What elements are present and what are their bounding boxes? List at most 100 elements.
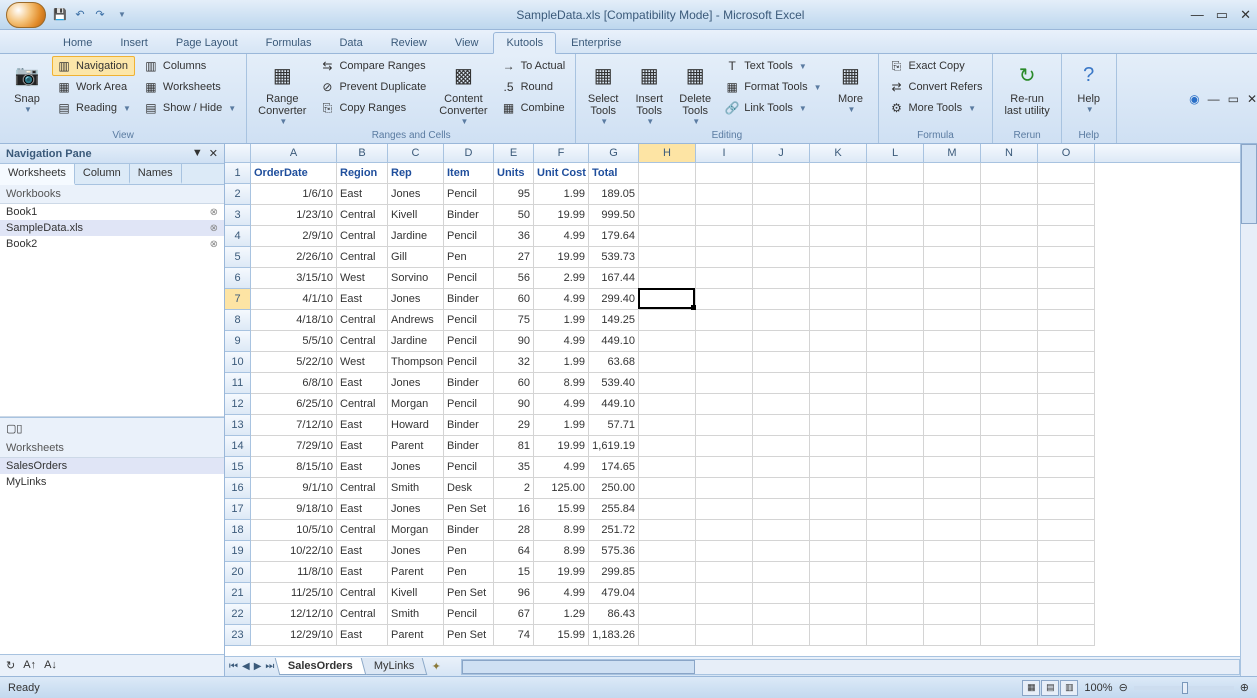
cell[interactable]: [753, 583, 810, 604]
cell[interactable]: [981, 352, 1038, 373]
combine-button[interactable]: ▦Combine: [497, 98, 570, 118]
cell[interactable]: 86.43: [589, 604, 639, 625]
cell[interactable]: [810, 289, 867, 310]
row-header[interactable]: 15: [225, 457, 251, 478]
row-header[interactable]: 17: [225, 499, 251, 520]
first-sheet-icon[interactable]: ⏮: [227, 661, 240, 672]
cell[interactable]: 4.99: [534, 583, 589, 604]
cell[interactable]: 8.99: [534, 541, 589, 562]
range-converter-button[interactable]: ▦Range Converter▼: [253, 56, 311, 129]
cell[interactable]: Item: [444, 163, 494, 184]
cell[interactable]: [867, 415, 924, 436]
cell[interactable]: Pencil: [444, 457, 494, 478]
workbook-item[interactable]: Book2⊗: [0, 236, 224, 252]
cell[interactable]: Kivell: [388, 205, 444, 226]
cell[interactable]: [753, 373, 810, 394]
cell[interactable]: 11/8/10: [251, 562, 337, 583]
cell[interactable]: [696, 205, 753, 226]
workbook-item[interactable]: SampleData.xls⊗: [0, 220, 224, 236]
cell[interactable]: [1038, 289, 1095, 310]
cell[interactable]: Central: [337, 604, 388, 625]
row-header[interactable]: 6: [225, 268, 251, 289]
cell[interactable]: 2.99: [534, 268, 589, 289]
cell[interactable]: [639, 583, 696, 604]
copy-ranges-button[interactable]: ⎘Copy Ranges: [315, 98, 430, 118]
cell[interactable]: 8.99: [534, 520, 589, 541]
cell[interactable]: [867, 457, 924, 478]
column-header[interactable]: B: [337, 144, 388, 162]
minimize-button[interactable]: —: [1191, 7, 1204, 23]
cell[interactable]: 539.73: [589, 247, 639, 268]
columns-button[interactable]: ▥Columns: [139, 56, 240, 76]
zoom-slider[interactable]: [1134, 686, 1234, 690]
worksheet-item[interactable]: SalesOrders: [0, 458, 224, 474]
cell[interactable]: East: [337, 415, 388, 436]
cell[interactable]: [639, 352, 696, 373]
undo-icon[interactable]: ↶: [72, 7, 88, 23]
column-header[interactable]: D: [444, 144, 494, 162]
cell[interactable]: Jones: [388, 499, 444, 520]
close-ribbon-icon[interactable]: ✕: [1247, 92, 1257, 106]
cell[interactable]: [639, 331, 696, 352]
sheet-tab[interactable]: SalesOrders: [275, 658, 366, 675]
cell[interactable]: Parent: [388, 625, 444, 646]
cell[interactable]: Jardine: [388, 226, 444, 247]
cell[interactable]: [753, 331, 810, 352]
cell[interactable]: [924, 541, 981, 562]
cell[interactable]: 174.65: [589, 457, 639, 478]
maximize-button[interactable]: ▭: [1216, 7, 1228, 23]
cell[interactable]: [753, 163, 810, 184]
cell[interactable]: Smith: [388, 478, 444, 499]
cell[interactable]: [924, 520, 981, 541]
row-header[interactable]: 22: [225, 604, 251, 625]
cell[interactable]: Binder: [444, 520, 494, 541]
close-icon[interactable]: ⊗: [210, 239, 218, 250]
cell[interactable]: 4.99: [534, 457, 589, 478]
cell[interactable]: 1.99: [534, 310, 589, 331]
column-header[interactable]: N: [981, 144, 1038, 162]
cell[interactable]: [1038, 373, 1095, 394]
cell[interactable]: [810, 436, 867, 457]
cell[interactable]: 449.10: [589, 394, 639, 415]
row-header[interactable]: 5: [225, 247, 251, 268]
insert-sheet-icon[interactable]: ✦: [432, 660, 441, 673]
column-header[interactable]: G: [589, 144, 639, 162]
cell[interactable]: [753, 478, 810, 499]
cell[interactable]: [867, 520, 924, 541]
cell[interactable]: [1038, 394, 1095, 415]
close-icon[interactable]: ⊗: [210, 207, 218, 218]
cell[interactable]: 8.99: [534, 373, 589, 394]
cell[interactable]: [1038, 625, 1095, 646]
column-header[interactable]: A: [251, 144, 337, 162]
cell[interactable]: [924, 184, 981, 205]
sort-asc-icon[interactable]: A↑: [23, 659, 36, 672]
row-header[interactable]: 7: [225, 289, 251, 310]
zoom-out-icon[interactable]: ⊖: [1119, 681, 1128, 694]
cell[interactable]: 479.04: [589, 583, 639, 604]
cell[interactable]: [753, 310, 810, 331]
cell[interactable]: [1038, 205, 1095, 226]
cell[interactable]: 5/5/10: [251, 331, 337, 352]
cell[interactable]: [696, 289, 753, 310]
row-header[interactable]: 16: [225, 478, 251, 499]
column-header[interactable]: H: [639, 144, 696, 162]
close-button[interactable]: ✕: [1240, 7, 1251, 23]
cell[interactable]: [753, 394, 810, 415]
cell[interactable]: [924, 226, 981, 247]
cell[interactable]: [1038, 331, 1095, 352]
convert-refers-button[interactable]: ⇄Convert Refers: [885, 77, 987, 97]
redo-icon[interactable]: ↷: [92, 7, 108, 23]
cell[interactable]: [810, 331, 867, 352]
cell[interactable]: [753, 436, 810, 457]
cell[interactable]: [696, 247, 753, 268]
tab-enterprise[interactable]: Enterprise: [558, 32, 634, 53]
cell[interactable]: 4.99: [534, 226, 589, 247]
page-layout-view-icon[interactable]: ▤: [1041, 680, 1059, 696]
cell[interactable]: West: [337, 352, 388, 373]
show-hide-button[interactable]: ▤Show / Hide▼: [139, 98, 240, 118]
cell[interactable]: Pencil: [444, 310, 494, 331]
cell[interactable]: [639, 373, 696, 394]
cell[interactable]: [1038, 163, 1095, 184]
cell[interactable]: 56: [494, 268, 534, 289]
row-header[interactable]: 3: [225, 205, 251, 226]
